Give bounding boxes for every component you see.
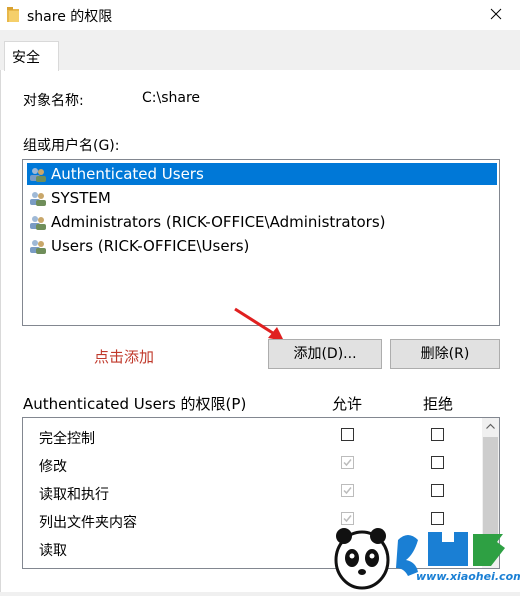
users-group-icon	[30, 192, 46, 206]
deny-column-header: 拒绝	[423, 395, 454, 413]
permission-name: 修改	[39, 459, 67, 475]
tab-security-label[interactable]: 安全	[12, 47, 40, 67]
allow-checkbox[interactable]	[341, 428, 354, 441]
object-name-label: 对象名称:	[23, 93, 84, 109]
window-title: share 的权限	[27, 9, 113, 25]
chevron-up-icon[interactable]	[482, 418, 499, 435]
list-item[interactable]: Authenticated Users	[27, 163, 497, 185]
permissions-label: Authenticated Users 的权限(P)	[23, 395, 247, 413]
folder-icon	[7, 7, 19, 22]
list-item-label: SYSTEM	[51, 189, 111, 207]
list-item[interactable]: Users (RICK-OFFICE\Users)	[27, 235, 497, 257]
users-group-icon	[30, 240, 46, 254]
permission-name: 列出文件夹内容	[39, 515, 137, 531]
permission-row: 修改	[23, 451, 479, 479]
add-button[interactable]: 添加(D)...	[268, 339, 382, 369]
deny-checkbox[interactable]	[431, 428, 444, 441]
list-item-label: Users (RICK-OFFICE\Users)	[51, 237, 250, 255]
checkmark-icon	[343, 459, 352, 467]
list-item-label: Administrators (RICK-OFFICE\Administrato…	[51, 213, 386, 231]
close-icon[interactable]	[490, 8, 502, 20]
permission-name: 读取	[39, 543, 67, 559]
groups-label: 组或用户名(G):	[23, 138, 120, 154]
annotation-text: 点击添加	[94, 348, 155, 366]
watermark-logo: www.xiaohei.com	[328, 522, 520, 592]
list-item[interactable]: SYSTEM	[27, 187, 497, 209]
object-name-value: C:\share	[142, 90, 201, 106]
deny-checkbox[interactable]	[431, 484, 444, 497]
permission-name: 完全控制	[39, 431, 95, 447]
users-group-icon	[30, 216, 46, 230]
close-button[interactable]	[474, 0, 520, 30]
group-user-list[interactable]: Authenticated Users SYSTEM Administrator…	[22, 159, 500, 326]
users-group-icon	[30, 168, 46, 182]
watermark-text: www.xiaohei.com	[416, 570, 520, 583]
permission-row: 完全控制	[23, 423, 479, 451]
checkmark-icon	[343, 487, 352, 495]
allow-checkbox[interactable]	[341, 484, 354, 497]
permission-name: 读取和执行	[39, 487, 109, 503]
deny-checkbox[interactable]	[431, 456, 444, 469]
allow-column-header: 允许	[332, 395, 363, 413]
allow-checkbox[interactable]	[341, 456, 354, 469]
list-item[interactable]: Administrators (RICK-OFFICE\Administrato…	[27, 211, 497, 233]
list-item-label: Authenticated Users	[51, 165, 204, 183]
remove-button[interactable]: 删除(R)	[390, 339, 500, 369]
tab-security[interactable]: 安全	[4, 41, 59, 71]
title-bar: share 的权限	[0, 0, 520, 30]
permission-row: 读取和执行	[23, 479, 479, 507]
